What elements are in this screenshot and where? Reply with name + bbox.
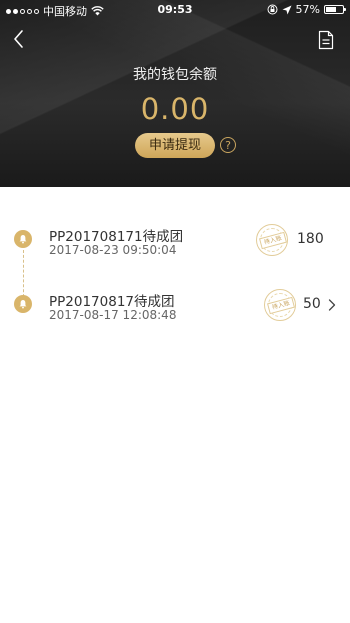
record-time: 2017-08-23 09:50:04	[49, 243, 177, 257]
location-arrow-icon	[282, 5, 292, 14]
pending-stamp-icon: 待入账	[256, 224, 288, 256]
balance-label: 我的钱包余额	[133, 67, 217, 83]
withdraw-button[interactable]: 申请提现	[135, 133, 215, 158]
stamp-text: 待入账	[259, 231, 287, 250]
status-bar: 中国移动 09:53 57%	[0, 0, 350, 20]
balance-amount: 0.00	[140, 92, 210, 126]
record-time: 2017-08-17 12:08:48	[49, 308, 177, 322]
record-title: PP201708171待成团	[49, 229, 184, 245]
record-title: PP20170817待成团	[49, 294, 175, 310]
record-amount: 50	[303, 296, 321, 312]
list-item[interactable]: PP20170817待成团 2017-08-17 12:08:48 待入账 50	[0, 288, 350, 338]
status-right: 57%	[267, 3, 346, 16]
bell-icon	[14, 295, 32, 313]
stamp-text: 待入账	[267, 296, 295, 315]
battery-percent: 57%	[295, 3, 320, 16]
bell-icon	[14, 230, 32, 248]
back-button[interactable]	[10, 28, 30, 50]
wallet-header: 中国移动 09:53 57% 我的钱包余额 0.00 申请提现 ?	[0, 0, 350, 187]
rotation-lock-icon	[267, 4, 278, 15]
battery-icon	[324, 5, 346, 14]
statement-button[interactable]	[318, 30, 334, 50]
chevron-right-icon	[328, 299, 336, 311]
list-item[interactable]: PP201708171待成团 2017-08-23 09:50:04 待入账 1…	[0, 223, 350, 273]
pending-stamp-icon: 待入账	[264, 289, 296, 321]
back-chevron-icon	[14, 30, 23, 48]
record-amount: 180	[297, 231, 324, 247]
document-icon	[318, 30, 334, 50]
help-icon[interactable]: ?	[220, 137, 236, 153]
